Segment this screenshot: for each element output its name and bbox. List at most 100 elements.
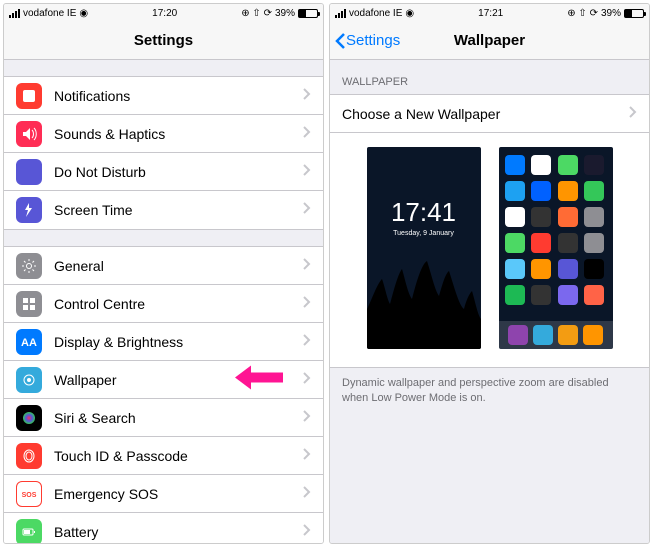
chevron-icon — [303, 333, 311, 351]
wifi-icon: ◉ — [79, 8, 88, 19]
page-title: Settings — [4, 32, 323, 49]
chevron-icon — [303, 163, 311, 181]
preview-time: 17:41 — [391, 197, 456, 228]
settings-row-sos[interactable]: SOSEmergency SOS — [4, 475, 323, 513]
status-icons: ⊕ ⇧ ⟳ — [567, 8, 598, 19]
settings-row-touch[interactable]: Touch ID & Passcode — [4, 437, 323, 475]
settings-row-wall[interactable]: Wallpaper — [4, 361, 323, 399]
app-icon — [505, 155, 525, 175]
wallpaper-previews: 17:41 Tuesday, 9 January — [330, 133, 649, 367]
dock-app-icon — [508, 325, 528, 345]
battery-icon — [298, 9, 318, 18]
app-icon — [558, 155, 578, 175]
app-icon — [584, 285, 604, 305]
chevron-icon — [303, 523, 311, 541]
app-icon — [531, 285, 551, 305]
settings-row-ctrl[interactable]: Control Centre — [4, 285, 323, 323]
settings-row-notif[interactable]: Notifications — [4, 77, 323, 115]
app-icon — [584, 233, 604, 253]
battery-pct: 39% — [275, 8, 295, 19]
status-bar: vodafone IE◉ 17:21 ⊕ ⇧ ⟳39% — [330, 4, 649, 22]
row-label: Notifications — [54, 88, 303, 104]
row-label: Touch ID & Passcode — [54, 448, 303, 464]
chevron-icon — [629, 105, 637, 123]
navbar: Settings Wallpaper — [330, 22, 649, 60]
app-icon — [531, 181, 551, 201]
sound-icon — [16, 121, 42, 147]
app-icon — [505, 285, 525, 305]
chevron-icon — [303, 125, 311, 143]
svg-text:SOS: SOS — [22, 492, 37, 499]
app-icon — [505, 181, 525, 201]
chevron-icon — [303, 371, 311, 389]
clock: 17:20 — [152, 8, 177, 19]
app-icon — [558, 285, 578, 305]
row-label: General — [54, 258, 303, 274]
carrier: vodafone IE — [23, 8, 76, 19]
row-label: Display & Brightness — [54, 334, 303, 350]
back-button[interactable]: Settings — [330, 32, 400, 50]
gear-icon — [16, 253, 42, 279]
ctrl-icon — [16, 291, 42, 317]
chevron-icon — [303, 485, 311, 503]
chevron-icon — [303, 87, 311, 105]
row-label: Choose a New Wallpaper — [342, 106, 629, 122]
settings-row-sound[interactable]: Sounds & Haptics — [4, 115, 323, 153]
wifi-icon: ◉ — [405, 8, 414, 19]
app-icon — [505, 207, 525, 227]
app-icon — [584, 155, 604, 175]
row-label: Control Centre — [54, 296, 303, 312]
app-icon — [558, 233, 578, 253]
moon-icon — [16, 159, 42, 185]
notif-icon — [16, 83, 42, 109]
row-label: Do Not Disturb — [54, 164, 303, 180]
settings-row-siri[interactable]: Siri & Search — [4, 399, 323, 437]
settings-row-aa[interactable]: AA Display & Brightness — [4, 323, 323, 361]
carrier: vodafone IE — [349, 8, 402, 19]
app-icon — [531, 259, 551, 279]
clock: 17:21 — [478, 8, 503, 19]
battery-pct: 39% — [601, 8, 621, 19]
navbar: Settings — [4, 22, 323, 60]
status-bar: vodafone IE◉ 17:20 ⊕ ⇧ ⟳39% — [4, 4, 323, 22]
touch-icon — [16, 443, 42, 469]
row-label: Sounds & Haptics — [54, 126, 303, 142]
row-label: Siri & Search — [54, 410, 303, 426]
app-icon — [584, 207, 604, 227]
settings-row-hour[interactable]: Screen Time — [4, 191, 323, 229]
batt-icon — [16, 519, 42, 544]
signal-icon — [9, 9, 20, 18]
choose-wallpaper-row[interactable]: Choose a New Wallpaper — [330, 95, 649, 133]
battery-icon — [624, 9, 644, 18]
status-icons: ⊕ ⇧ ⟳ — [241, 8, 272, 19]
pointer-arrow-icon — [235, 363, 283, 396]
homescreen-preview[interactable] — [499, 147, 613, 349]
settings-row-gear[interactable]: General — [4, 247, 323, 285]
signal-icon — [335, 9, 346, 18]
chevron-icon — [303, 409, 311, 427]
aa-icon: AA — [16, 329, 42, 355]
hour-icon — [16, 197, 42, 223]
settings-list[interactable]: Notifications Sounds & Haptics Do Not Dist… — [4, 60, 323, 543]
chevron-icon — [303, 201, 311, 219]
app-icon — [558, 207, 578, 227]
wallpaper-screen: vodafone IE◉ 17:21 ⊕ ⇧ ⟳39% Settings Wal… — [329, 3, 650, 544]
app-icon — [584, 259, 604, 279]
dock-app-icon — [583, 325, 603, 345]
lockscreen-preview[interactable]: 17:41 Tuesday, 9 January — [367, 147, 481, 349]
wallpaper-content[interactable]: WALLPAPER Choose a New Wallpaper 17:41 T… — [330, 60, 649, 543]
wall-icon — [16, 367, 42, 393]
app-icon — [505, 259, 525, 279]
app-icon — [558, 181, 578, 201]
settings-row-batt[interactable]: Battery — [4, 513, 323, 543]
chevron-icon — [303, 295, 311, 313]
dock-app-icon — [558, 325, 578, 345]
settings-row-moon[interactable]: Do Not Disturb — [4, 153, 323, 191]
preview-date: Tuesday, 9 January — [393, 230, 454, 237]
sos-icon: SOS — [16, 481, 42, 507]
app-icon — [505, 233, 525, 253]
app-icon — [584, 181, 604, 201]
row-label: Battery — [54, 524, 303, 540]
svg-text:AA: AA — [21, 337, 37, 349]
app-icon — [531, 233, 551, 253]
